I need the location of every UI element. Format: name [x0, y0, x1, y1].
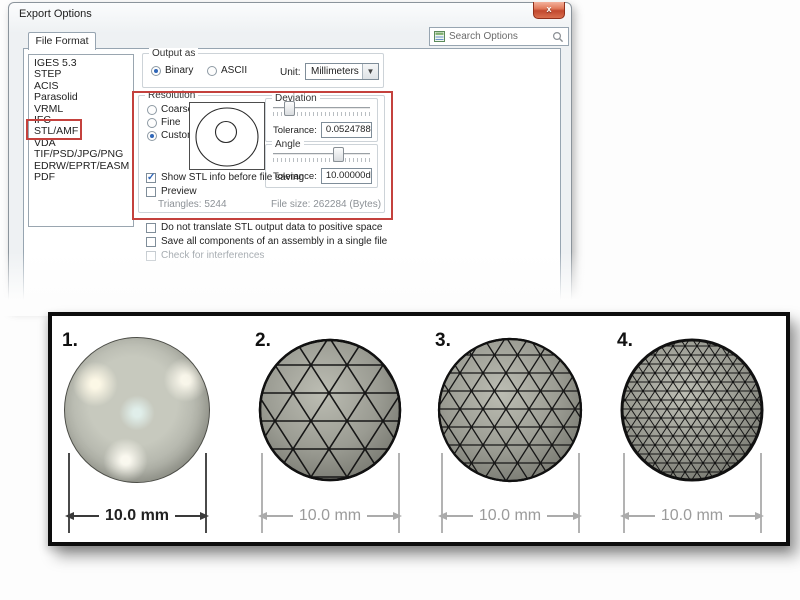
dimension-annotation: 10.0 mm [258, 508, 402, 524]
deviation-slider[interactable] [273, 101, 370, 116]
slider-track [273, 153, 370, 155]
checkbox-show-stl-info[interactable]: Show STL info before file saving [146, 172, 304, 183]
options-list-icon [434, 31, 445, 42]
tessellation-comparison-image: 1. 10.0 mm 2. 10.0 mm [48, 312, 790, 546]
fine-mesh-sphere-image [619, 337, 765, 483]
unit-dropdown[interactable]: Millimeters ▼ [305, 63, 379, 80]
tab-file-format[interactable]: File Format [28, 32, 96, 50]
checkbox-check-interferences: Check for interferences [146, 250, 264, 261]
deviation-tolerance-field[interactable]: 0.05247885mm [321, 122, 372, 138]
medium-mesh-sphere-image [437, 337, 583, 483]
search-placeholder: Search Options [449, 31, 548, 42]
list-item[interactable]: TIF/PSD/JPG/PNG [29, 149, 133, 160]
sphere-figure-2: 2. 10.0 mm [253, 328, 407, 538]
resolution-label: Resolution [145, 90, 198, 101]
arrow-left-icon [258, 512, 267, 520]
close-icon: x [546, 4, 551, 14]
radio-dot [147, 105, 157, 115]
sphere-figure-4: 4. 10.0 mm [615, 328, 769, 538]
radio-fine[interactable]: Fine [147, 117, 180, 128]
checkbox-box [146, 173, 156, 183]
list-item[interactable]: PDF [29, 172, 133, 183]
dimension-annotation: 10.0 mm [620, 508, 764, 524]
screenshot-canvas: Export Options x Search Options File For… [0, 0, 800, 600]
radio-binary[interactable]: Binary [151, 65, 193, 76]
arrow-left-icon [620, 512, 629, 520]
arrow-right-icon [755, 512, 764, 520]
slider-ticks [273, 158, 370, 162]
figure-number: 1. [62, 330, 78, 352]
tessellation-preview [189, 102, 265, 170]
figure-number: 3. [435, 330, 451, 352]
coarse-mesh-sphere-image [257, 337, 403, 483]
dialog-title: Export Options [19, 8, 92, 20]
deviation-group: Deviation Tolerance: 0.05247885mm [265, 98, 378, 142]
figure-number: 2. [255, 330, 271, 352]
output-as-group: Output as Binary ASCII Unit: Millimeters… [142, 53, 384, 88]
sphere-figure-3: 3. 10.0 mm [433, 328, 587, 538]
dimension-annotation: 10.0 mm [65, 508, 209, 524]
arrow-right-icon [393, 512, 402, 520]
angle-tolerance-field[interactable]: 10.00000deg [321, 168, 372, 184]
triangles-count: Triangles: 5244 [158, 199, 227, 210]
radio-dot [151, 66, 161, 76]
radio-coarse[interactable]: Coarse [147, 104, 193, 115]
chevron-down-icon: ▼ [362, 64, 378, 79]
resolution-group: Resolution Coarse Fine Custom [138, 95, 385, 213]
smooth-sphere-image [64, 337, 210, 483]
radio-dot [147, 118, 157, 128]
file-format-page: IGES 5.3 STEP ACIS Parasolid VRML IFC ST… [23, 48, 561, 308]
list-item[interactable]: Parasolid [29, 92, 133, 103]
arrow-right-icon [200, 512, 209, 520]
radio-dot [147, 131, 157, 141]
search-options-input[interactable]: Search Options [429, 27, 569, 46]
figure-number: 4. [617, 330, 633, 352]
search-icon [552, 31, 564, 43]
export-options-dialog: Export Options x Search Options File For… [8, 2, 572, 308]
washer-preview-drawing [190, 103, 264, 169]
arrow-left-icon [438, 512, 447, 520]
checkbox-no-translate[interactable]: Do not translate STL output data to posi… [146, 222, 382, 233]
dimension-text: 10.0 mm [293, 507, 367, 525]
dimension-text: 10.0 mm [99, 507, 175, 525]
output-as-label: Output as [149, 48, 198, 59]
dimension-text: 10.0 mm [655, 507, 729, 525]
sphere-figure-1: 1. 10.0 mm [60, 328, 214, 538]
radio-ascii[interactable]: ASCII [207, 65, 247, 76]
tolerance-label: Tolerance: [273, 125, 317, 136]
checkbox-box [146, 251, 156, 261]
arrow-left-icon [65, 512, 74, 520]
checkbox-preview[interactable]: Preview [146, 186, 197, 197]
close-button[interactable]: x [533, 2, 565, 19]
dimension-annotation: 10.0 mm [438, 508, 582, 524]
deviation-slider-handle[interactable] [284, 101, 295, 116]
format-listbox[interactable]: IGES 5.3 STEP ACIS Parasolid VRML IFC ST… [28, 54, 134, 227]
dimension-text: 10.0 mm [473, 507, 547, 525]
radio-dot [207, 66, 217, 76]
checkbox-save-single-file[interactable]: Save all components of an assembly in a … [146, 236, 387, 247]
checkbox-box [146, 187, 156, 197]
angle-slider[interactable] [273, 147, 370, 162]
checkbox-box [146, 223, 156, 233]
arrow-right-icon [573, 512, 582, 520]
checkbox-box [146, 237, 156, 247]
angle-slider-handle[interactable] [333, 147, 344, 162]
file-size: File size: 262284 (Bytes) [271, 199, 381, 210]
unit-label: Unit: [280, 67, 301, 78]
